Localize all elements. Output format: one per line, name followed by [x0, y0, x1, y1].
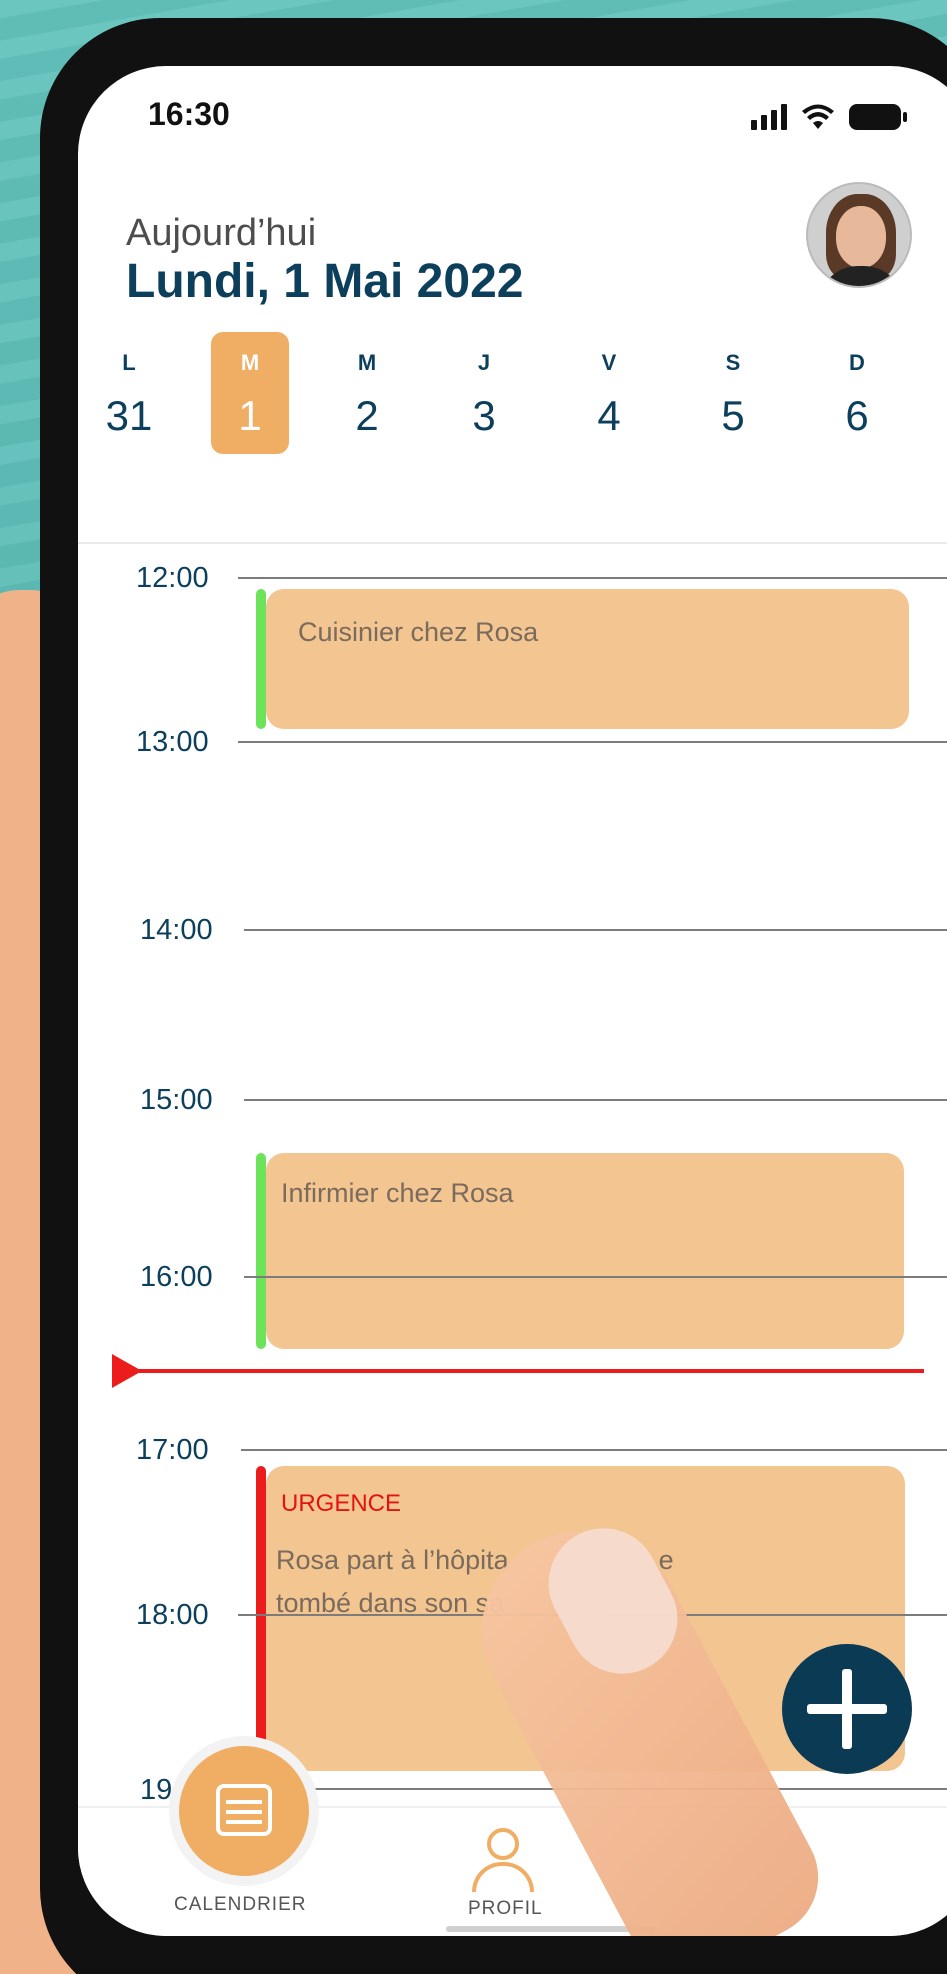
hour-line — [244, 929, 947, 931]
calendar-nav-label: CALENDRIER — [174, 1894, 307, 1915]
event-title: Infirmier chez Rosa — [281, 1178, 514, 1208]
hour-label: 14:00 — [140, 914, 213, 946]
week-strip: L 31 M 1 M 2 J 3 V 4 S 5 D 6 — [78, 332, 947, 454]
wifi-icon — [802, 104, 834, 129]
event-card-cuisinier[interactable]: Cuisinier chez Rosa — [256, 589, 909, 729]
status-time: 16:30 — [148, 96, 230, 132]
hour-line — [244, 1276, 947, 1278]
hour-label: 16:00 — [140, 1261, 213, 1293]
add-event-button[interactable] — [782, 1644, 912, 1774]
hour-label: 15:00 — [140, 1084, 213, 1116]
profile-icon[interactable] — [472, 1828, 534, 1892]
profile-nav-label: PROFIL — [468, 1898, 543, 1919]
event-status-bar — [256, 589, 266, 729]
event-description-line1: Rosa part à l’hôpita — [276, 1545, 509, 1575]
phone-screen: 16:30 Aujourd’hui Lundi, 1 Mai 2022 L 31… — [78, 66, 947, 1936]
day-thursday-3[interactable]: J 3 — [445, 332, 523, 454]
day-sunday-6[interactable]: D 6 — [818, 332, 896, 454]
header-divider — [78, 542, 947, 544]
current-time-marker — [112, 1354, 142, 1388]
avatar[interactable] — [806, 182, 912, 288]
status-bar: 16:30 — [78, 66, 947, 166]
signal-icon — [751, 104, 787, 130]
day-saturday-5[interactable]: S 5 — [694, 332, 772, 454]
hour-line — [238, 577, 947, 579]
event-title: Cuisinier chez Rosa — [298, 617, 539, 647]
battery-icon — [849, 104, 907, 130]
calendar-icon — [216, 1784, 272, 1836]
event-urgent-tag: URGENCE — [281, 1490, 402, 1517]
hour-label: 19: — [140, 1774, 181, 1806]
calendar-nav-button[interactable] — [179, 1746, 309, 1876]
day-wednesday-2[interactable]: M 2 — [328, 332, 406, 454]
hour-label: 13:00 — [136, 726, 209, 758]
current-time-line — [114, 1369, 924, 1373]
hour-line — [241, 1449, 947, 1451]
hour-line — [244, 1099, 947, 1101]
home-indicator — [446, 1926, 656, 1932]
day-tuesday-1-selected[interactable]: M 1 — [211, 332, 289, 454]
header-subtitle: Aujourd’hui — [126, 212, 317, 254]
day-friday-4[interactable]: V 4 — [570, 332, 648, 454]
day-monday-31[interactable]: L 31 — [90, 332, 168, 454]
event-card-infirmier[interactable]: Infirmier chez Rosa — [256, 1153, 904, 1349]
hour-label: 17:00 — [136, 1434, 209, 1466]
hour-line — [238, 741, 947, 743]
event-status-bar — [256, 1153, 266, 1349]
status-icons — [751, 104, 907, 130]
page-title: Lundi, 1 Mai 2022 — [126, 255, 524, 308]
hour-label: 18:00 — [136, 1599, 209, 1631]
hour-label: 12:00 — [136, 562, 209, 594]
event-urgent-bar — [256, 1466, 266, 1771]
